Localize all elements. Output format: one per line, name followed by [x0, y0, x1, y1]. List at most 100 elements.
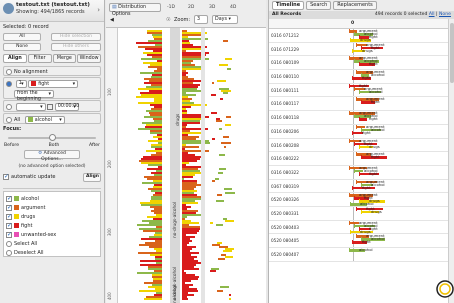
category-label: drugs — [21, 213, 36, 220]
tab-replacements[interactable]: Replacements — [333, 1, 377, 10]
drugs-checkbox[interactable] — [6, 213, 12, 220]
tab-align[interactable]: Align — [3, 54, 27, 63]
list-item[interactable]: argument — [6, 203, 98, 212]
alcohol-checkbox[interactable] — [6, 195, 12, 202]
no-alignment-option[interactable]: No alignment — [3, 66, 101, 76]
list-item[interactable]: unwanted-sex — [6, 230, 98, 239]
timeline-row[interactable]: 0316 080111 fight argument alcohol — [269, 83, 449, 98]
tab-timeline[interactable]: Timeline — [272, 1, 305, 10]
record-id: 0316 080118 — [271, 115, 299, 121]
chart-icon: ▤ — [112, 5, 117, 10]
timeline-row[interactable]: 0520 080405 argument alcohol fight — [269, 233, 449, 248]
select-none-button[interactable]: None — [3, 43, 41, 51]
timeline-row[interactable]: 0316 080110 argument alcohol fight — [269, 69, 449, 84]
scrollbar-thumb[interactable] — [450, 23, 454, 83]
timeline-row[interactable]: 0367 080319 argument alcohol fight — [269, 179, 449, 194]
list-item[interactable]: drugs — [6, 212, 98, 221]
zoom-level-field[interactable]: 3 — [194, 15, 208, 24]
distribution-bar — [219, 286, 230, 288]
focus-slider-knob[interactable] — [49, 134, 56, 141]
distribution-overview[interactable]: 100 200 300 400 drugs no-drugs-alcohol n… — [106, 28, 266, 303]
band-label: drugs — [176, 113, 181, 126]
event-marker — [354, 141, 355, 146]
fight-checkbox[interactable] — [6, 222, 12, 229]
event-bar[interactable] — [359, 118, 367, 121]
timeline-row[interactable]: 0316 080208 argument fight drugs — [269, 138, 449, 153]
timeline-row[interactable]: 0316 071229 argument fight drugs — [269, 42, 449, 57]
record-id: 0367 080319 — [271, 183, 299, 189]
timeline-row[interactable]: 0520 080326 argument fight drugs alcohol — [269, 192, 449, 207]
timeline-row[interactable]: 0316 080322 argument alcohol fight — [269, 165, 449, 180]
distribution-bar — [219, 64, 229, 66]
deselect-all-radio[interactable] — [6, 249, 12, 256]
tab-window[interactable]: Window — [77, 54, 101, 63]
event-label: fight — [369, 61, 378, 67]
hide-others-button[interactable]: Hide others — [51, 43, 101, 51]
advanced-options-label: Advanced Options... — [41, 151, 66, 162]
align-button[interactable]: Align — [83, 173, 101, 182]
event-marker — [356, 97, 357, 102]
focus-label: Focus: — [3, 126, 22, 132]
advanced-options-button[interactable]: ⚙ Advanced Options... — [24, 150, 80, 162]
event-label: drugs — [362, 47, 373, 53]
distribution-bar — [216, 194, 222, 196]
event-label: fight — [362, 184, 371, 190]
list-item[interactable]: fight — [6, 221, 98, 230]
zoom-unit-select[interactable]: Days ▾ — [212, 15, 238, 24]
select-all-radio[interactable] — [6, 240, 12, 247]
from-select[interactable]: from the beginning — [14, 90, 54, 102]
tab-filter[interactable]: Filter — [27, 54, 52, 63]
category-label: unwanted-sex — [21, 231, 57, 238]
all-link[interactable]: All — [429, 12, 435, 17]
timeline-row[interactable]: 0520 080407 alcohol — [269, 247, 449, 262]
all-alignment-panel: All alcohol — [3, 113, 101, 124]
event-marker — [352, 240, 353, 245]
alcohol-swatch — [27, 117, 33, 122]
none-link[interactable]: None — [439, 12, 451, 17]
no-alignment-radio[interactable] — [6, 69, 12, 75]
tab-merge[interactable]: Merge — [52, 54, 77, 63]
focus-slider[interactable] — [8, 134, 96, 141]
timeline-row[interactable]: 0316 080118 argument alcohol fight — [269, 110, 449, 125]
argument-checkbox[interactable] — [6, 204, 12, 211]
distribution-options-button[interactable]: ▤ Distribution Options — [109, 3, 161, 17]
timeline-row[interactable]: 0316 080117 argument fight — [269, 96, 449, 112]
ruler-tick: 3D — [209, 5, 216, 10]
event-marker — [356, 179, 357, 184]
all-records-label: All Records — [272, 12, 302, 17]
unwanted-sex-checkbox[interactable] — [6, 231, 12, 238]
all-event-select[interactable]: alcohol — [24, 116, 65, 124]
distribution-bar — [226, 116, 232, 118]
event-alignment-radio[interactable] — [6, 81, 12, 87]
file-header[interactable]: testout.txt (testout.txt) Showing: 494/1… — [0, 0, 104, 22]
event-marker — [349, 138, 350, 143]
select-all-option[interactable]: Select All — [6, 239, 98, 248]
calendar-icon[interactable] — [47, 104, 54, 110]
event-select[interactable]: fight — [28, 80, 79, 88]
chevron-right-icon[interactable]: › — [97, 6, 100, 14]
timeline-row[interactable]: 0316 080109 argument alcohol fight — [269, 55, 449, 71]
automatic-update-checkbox[interactable] — [3, 173, 9, 181]
list-item[interactable]: alcohol — [6, 194, 98, 203]
y-tick-label: 200 — [107, 160, 112, 168]
hcil-logo — [436, 280, 454, 298]
deselect-all-option[interactable]: Deselect All — [6, 248, 98, 257]
hide-selection-button[interactable]: Hide selection — [51, 33, 101, 41]
time-alignment-radio[interactable] — [6, 104, 12, 110]
index-select[interactable]: 1 — [15, 80, 27, 88]
timeline-row[interactable]: 0520 080331 fight drugs — [269, 206, 449, 221]
date-field[interactable] — [15, 103, 46, 111]
collapse-icon[interactable]: ◀ — [110, 17, 114, 23]
timeline-row[interactable]: 0316 080206 argument alcohol fight — [269, 124, 449, 139]
timeline-row[interactable]: 0316 080222 argument fight — [269, 151, 449, 166]
time-field[interactable]: 00:00:00 — [54, 103, 79, 111]
all-alignment-radio[interactable] — [6, 117, 12, 123]
timeline-rows[interactable]: 0316 071212 argument alcohol fight drugs 0316… — [269, 29, 449, 303]
distribution-options-label: Distribution Options — [112, 5, 147, 17]
timeline-row[interactable]: 0316 071212 argument alcohol fight drugs — [269, 29, 449, 43]
select-all-button[interactable]: All — [3, 33, 41, 41]
timeline-row[interactable]: 0520 080403 argument alcohol fight drugs — [269, 220, 449, 235]
tab-search[interactable]: Search — [306, 1, 332, 10]
timeline-scrollbar[interactable] — [448, 19, 454, 303]
distribution-bar — [224, 58, 233, 60]
